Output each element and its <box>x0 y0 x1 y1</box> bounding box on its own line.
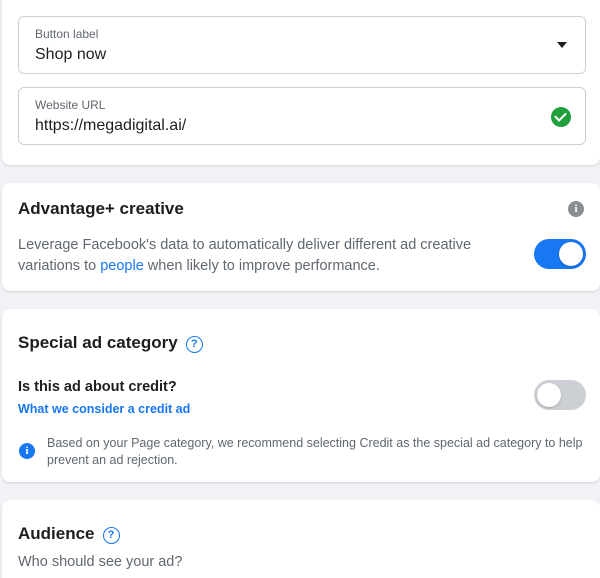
button-label-select[interactable]: Button label Shop now <box>18 16 586 74</box>
info-icon[interactable]: i <box>568 201 584 217</box>
toggle-knob <box>537 383 561 407</box>
audience-card: Audience? Who should see your ad? <box>2 500 600 578</box>
special-ad-category-title-text: Special ad category <box>18 333 178 352</box>
toggle-knob <box>559 242 583 266</box>
audience-subtitle: Who should see your ad? <box>18 554 183 570</box>
description-text-2: when likely to improve performance. <box>143 258 380 274</box>
credit-notice: Based on your Page category, we recommen… <box>47 436 583 467</box>
audience-title-text: Audience <box>18 524 95 543</box>
caret-down-icon[interactable] <box>557 42 567 48</box>
advantage-creative-title: Advantage+ creative <box>18 199 184 218</box>
advantage-creative-card: Advantage+ creative i Leverage Facebook'… <box>2 183 600 291</box>
credit-ad-link[interactable]: What we consider a credit ad <box>18 402 190 416</box>
check-circle-icon <box>551 107 571 127</box>
special-ad-category-title: Special ad category? <box>18 333 203 353</box>
website-url-field-label: Website URL <box>35 98 106 112</box>
special-ad-category-card: Special ad category? Is this ad about cr… <box>2 309 600 482</box>
credit-toggle[interactable] <box>534 380 586 410</box>
button-label-value: Shop now <box>35 46 107 63</box>
website-url-value[interactable]: https://megadigital.ai/ <box>35 117 186 135</box>
audience-title: Audience? <box>18 524 120 544</box>
destination-card: Button label Shop now Website URL https:… <box>2 0 600 165</box>
people-link[interactable]: people <box>100 258 144 274</box>
advantage-creative-description: Leverage Facebook's data to automaticall… <box>18 235 498 277</box>
button-label-field-label: Button label <box>35 27 99 41</box>
info-icon: i <box>19 443 35 459</box>
credit-question: Is this ad about credit? <box>18 379 177 395</box>
advantage-creative-toggle[interactable] <box>534 239 586 269</box>
help-icon[interactable]: ? <box>185 336 203 353</box>
website-url-field[interactable]: Website URL https://megadigital.ai/ <box>18 87 586 145</box>
help-icon[interactable]: ? <box>102 527 120 544</box>
